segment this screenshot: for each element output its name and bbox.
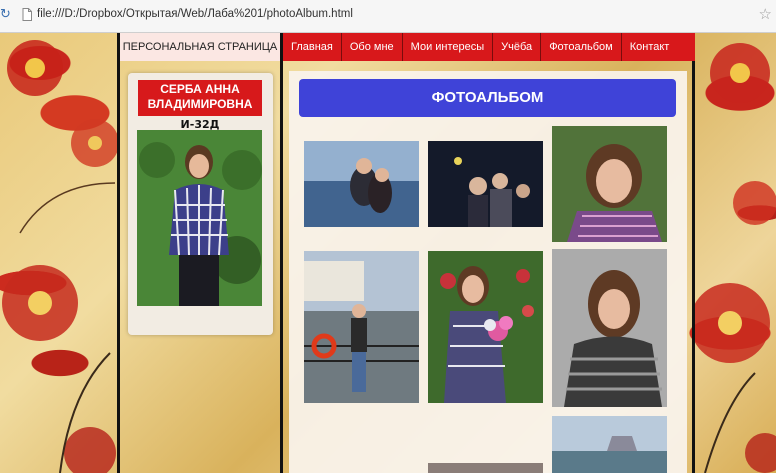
divider-line — [280, 33, 283, 473]
album-photo[interactable] — [428, 141, 543, 227]
floral-background-right — [695, 43, 776, 473]
album-photo[interactable] — [304, 141, 419, 227]
profile-sidebar: СЕРБА АННА ВЛАДИМИРОВНА И-32Д — [128, 73, 273, 335]
album-photo-image — [552, 249, 667, 407]
album-photo[interactable] — [304, 251, 419, 403]
bookmark-star-icon[interactable]: ☆ — [759, 5, 772, 23]
divider-line — [692, 33, 695, 473]
album-photo-image — [552, 416, 667, 473]
url-text[interactable]: file:///D:/Dropbox/Открытая/Web/Лаба%201… — [37, 8, 353, 20]
album-photo-image — [428, 141, 543, 227]
profile-name: СЕРБА АННА ВЛАДИМИРОВНА — [138, 80, 262, 116]
album-photo[interactable] — [428, 463, 543, 473]
page-viewport: ПЕРСОНАЛЬНАЯ СТРАНИЦА Главная Обо мне Мо… — [0, 33, 776, 473]
album-photo-image — [428, 251, 543, 403]
album-photo[interactable] — [552, 249, 667, 407]
main-content: ФОТОАЛЬБОМ — [289, 71, 687, 473]
nav-item-home[interactable]: Главная — [283, 33, 341, 61]
page-icon — [22, 8, 32, 21]
nav-item-interests[interactable]: Мои интересы — [401, 33, 493, 61]
nav-item-photoalbum[interactable]: Фотоальбом — [540, 33, 621, 61]
profile-photo — [137, 130, 262, 306]
album-photo[interactable] — [552, 416, 667, 473]
address-bar: ↻ file:///D:/Dropbox/Открытая/Web/Лаба%2… — [0, 0, 776, 33]
album-photo-image — [304, 141, 419, 227]
reload-icon[interactable]: ↻ — [0, 8, 11, 22]
floral-background-left — [2, 40, 119, 473]
album-title: ФОТОАЛЬБОМ — [299, 79, 676, 117]
divider-line — [117, 33, 120, 473]
profile-photo-figure — [137, 130, 262, 306]
album-photo-image — [304, 251, 419, 403]
nav-item-study[interactable]: Учёба — [492, 33, 540, 61]
profile-name-line2: ВЛАДИМИРОВНА — [147, 97, 253, 111]
profile-name-line1: СЕРБА АННА — [160, 82, 240, 96]
album-photo[interactable] — [552, 126, 667, 242]
album-photo[interactable] — [428, 251, 543, 403]
nav-item-contact[interactable]: Контакт — [620, 33, 678, 61]
nav-item-about[interactable]: Обо мне — [340, 33, 402, 61]
nav-personal-page[interactable]: ПЕРСОНАЛЬНАЯ СТРАНИЦА — [120, 33, 280, 61]
main-nav: Главная Обо мне Мои интересы Учёба Фотоа… — [283, 33, 695, 61]
album-photo-image — [552, 126, 667, 242]
